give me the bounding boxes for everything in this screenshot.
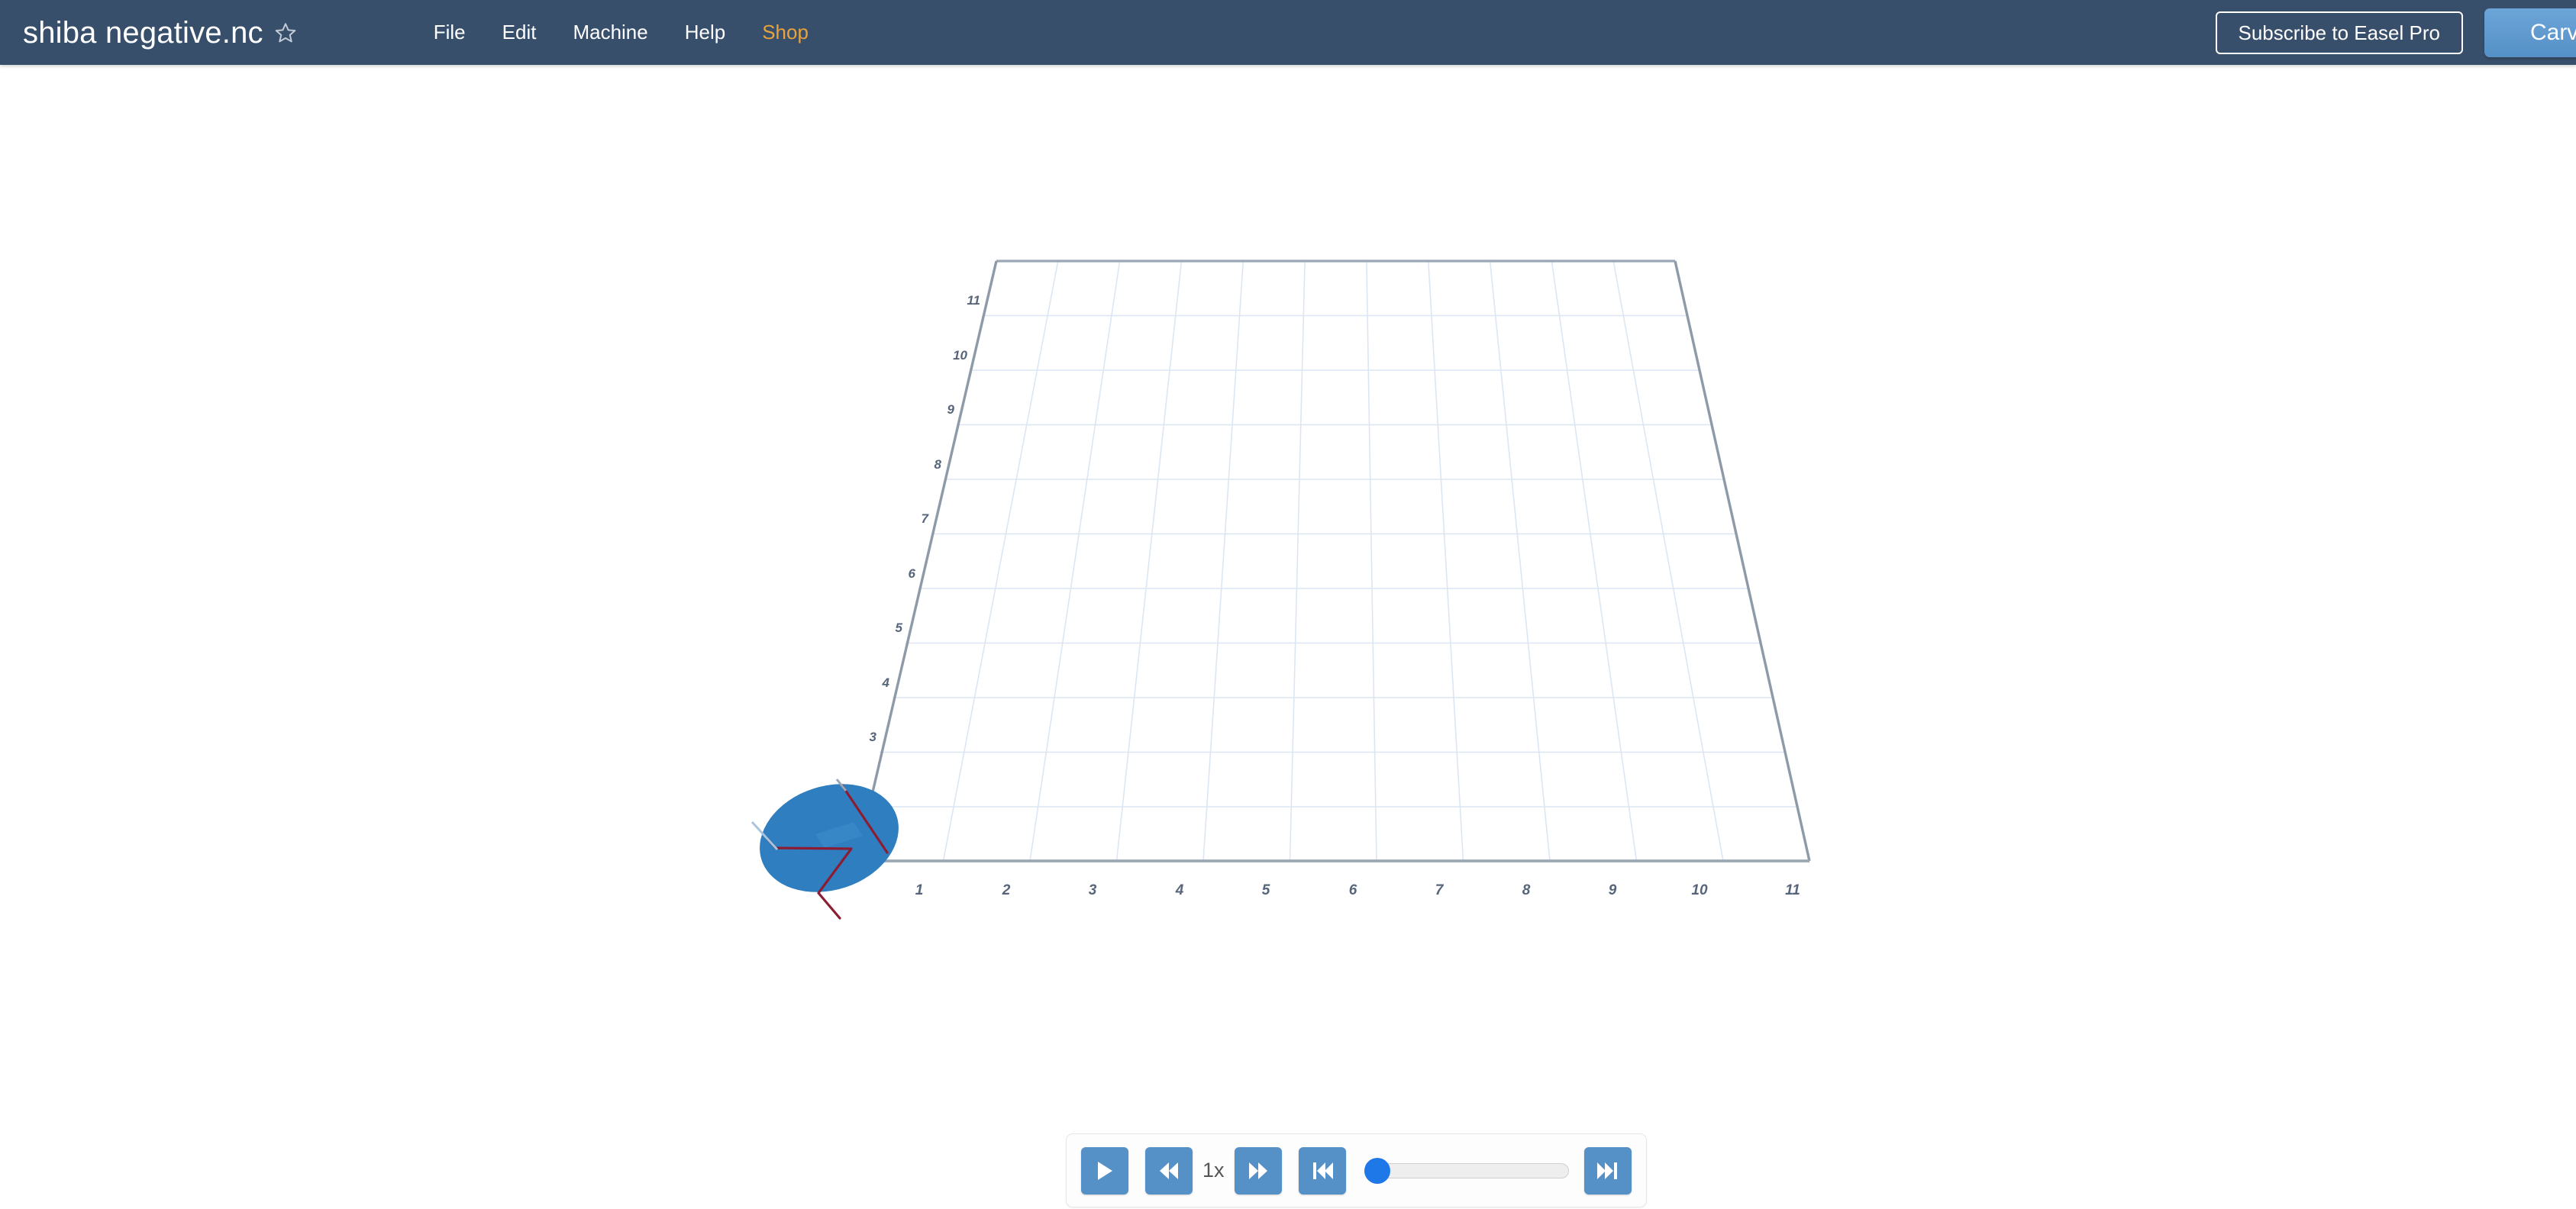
playback-progress-slider[interactable]: [1364, 1147, 1569, 1194]
y-tick-label: 5: [896, 621, 903, 635]
skip-to-start-icon: [1312, 1162, 1333, 1179]
menu-item-machine[interactable]: Machine: [554, 15, 666, 50]
y-tick-label: 3: [870, 730, 877, 744]
y-tick-label: 11: [967, 293, 980, 308]
carve-button[interactable]: Carve: [2484, 8, 2576, 57]
playback-toolbar: 1x: [1066, 1133, 1647, 1207]
x-tick-label: 10: [1691, 882, 1708, 898]
menu-item-shop[interactable]: Shop: [744, 15, 827, 50]
project-title[interactable]: shiba negative.nc: [23, 18, 263, 48]
workspace-viewport[interactable]: 1 2 3 4 5 6 7 8 9 10 11 1 2 3 4 5 6 7 8 …: [0, 65, 2576, 1209]
skip-to-end-icon: [1597, 1162, 1617, 1179]
rewind-icon: [1160, 1162, 1178, 1179]
x-tick-label: 2: [1002, 882, 1011, 898]
x-tick-label: 5: [1262, 882, 1270, 898]
rewind-button[interactable]: [1145, 1146, 1193, 1194]
x-tick-label: 4: [1175, 882, 1184, 898]
skip-to-start-button[interactable]: [1298, 1146, 1346, 1194]
x-tick-label: 11: [1785, 882, 1800, 898]
skip-to-end-button[interactable]: [1584, 1146, 1632, 1194]
fast-forward-icon: [1248, 1162, 1267, 1179]
menu-item-file[interactable]: File: [415, 15, 484, 50]
grid-outline: [855, 260, 1811, 862]
x-axis-tick-labels: 1 2 3 4 5 6 7 8 9 10 11: [915, 882, 1800, 898]
workspace-3d-scene: 1 2 3 4 5 6 7 8 9 10 11 1 2 3 4 5 6 7 8 …: [746, 260, 1811, 920]
star-icon[interactable]: [274, 21, 297, 44]
fast-forward-button[interactable]: [1234, 1146, 1282, 1194]
play-icon: [1098, 1161, 1112, 1180]
x-tick-label: 8: [1522, 882, 1531, 898]
slider-thumb[interactable]: [1364, 1157, 1390, 1184]
main-menu-bar: File Edit Machine Help Shop: [415, 15, 827, 50]
menu-item-edit[interactable]: Edit: [484, 15, 555, 50]
y-tick-label: 4: [882, 675, 890, 690]
x-tick-label: 6: [1349, 882, 1357, 898]
x-tick-label: 1: [915, 882, 924, 898]
y-tick-label: 7: [922, 511, 930, 526]
grid-vertical-lines: [856, 260, 1810, 862]
subscribe-to-easel-pro-button[interactable]: Subscribe to Easel Pro: [2215, 11, 2463, 54]
y-tick-label: 6: [909, 566, 916, 581]
slider-track[interactable]: [1364, 1162, 1569, 1178]
x-tick-label: 9: [1609, 882, 1617, 898]
header-actions: Subscribe to Easel Pro Carve: [2215, 0, 2576, 65]
y-tick-label: 9: [947, 402, 955, 417]
grid-plane: [855, 260, 1811, 862]
y-tick-label: 10: [953, 348, 967, 363]
project-title-group: shiba negative.nc: [23, 18, 297, 48]
menu-item-help[interactable]: Help: [667, 15, 744, 50]
app-header: shiba negative.nc File Edit Machine Help…: [0, 0, 2576, 65]
material-stock[interactable]: [746, 767, 913, 910]
playback-speed-label: 1x: [1202, 1159, 1225, 1182]
play-button[interactable]: [1081, 1146, 1128, 1194]
x-tick-label: 7: [1435, 882, 1445, 898]
x-tick-label: 3: [1089, 882, 1097, 898]
y-tick-label: 8: [935, 457, 942, 472]
y-axis-tick-labels: 1 2 3 4 5 6 7 8 9 10 11: [844, 293, 980, 853]
